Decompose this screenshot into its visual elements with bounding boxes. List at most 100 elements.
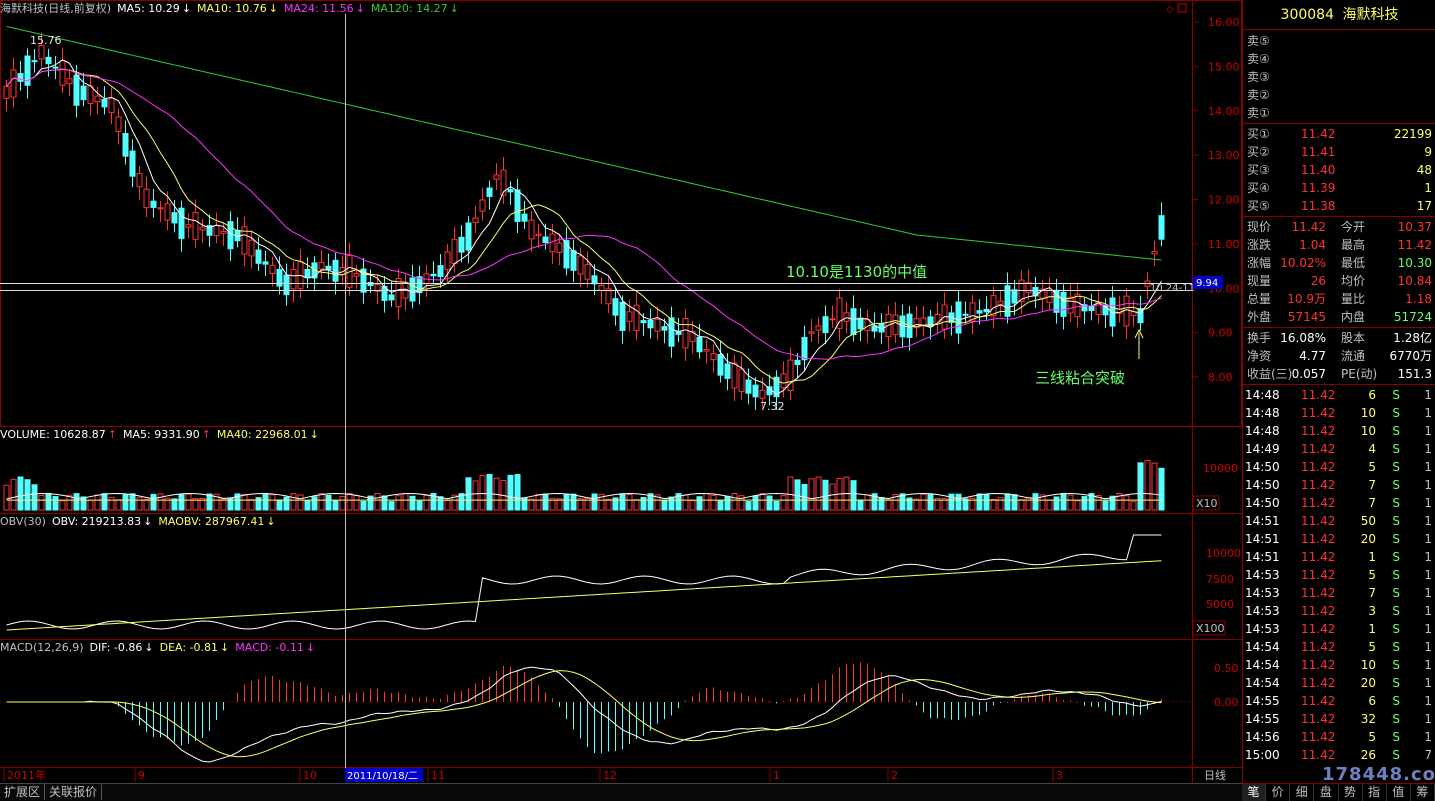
candle-body: [556, 242, 563, 253]
volume-bar: [563, 493, 570, 511]
candle-body: [213, 225, 220, 237]
tick-side: S: [1392, 640, 1400, 654]
candle-body: [1123, 295, 1130, 327]
buy-level-row: 买④ 11.39 1: [1243, 179, 1435, 197]
tick-row: 14:48 11.42 10 S 1: [1243, 404, 1435, 422]
tick-count: 1: [1424, 460, 1432, 474]
tick-count: 1: [1424, 406, 1432, 420]
tick-row: 14:51 11.42 20 S 1: [1243, 530, 1435, 548]
cursor-date: 2011/10/18/二: [347, 771, 418, 782]
panel-tab-6[interactable]: 值: [1387, 784, 1411, 801]
tab-extension-area[interactable]: 扩展区: [0, 784, 46, 800]
kline-chart-area[interactable]: 16.00 15.00 14.00 13.00 12.00 11.00 1 0.00 9.00 8…: [0, 0, 1242, 783]
tick-side: S: [1392, 478, 1400, 492]
stat-row: 现量 26 均价 10.84: [1243, 272, 1435, 290]
tick-price: 11.42: [1301, 586, 1336, 600]
dea-line: [6, 670, 1162, 758]
volume-pane-header: VOLUME: 10628.87 ↑ MA5: 9331.90 ↑ MA40: 2296…: [0, 428, 319, 441]
candle-body: [542, 236, 549, 244]
volume-bar: [1032, 493, 1039, 511]
tick-side: S: [1392, 586, 1400, 600]
tab-related-quotes[interactable]: 关联报价: [45, 784, 103, 800]
stat-row: 总量 10.9万 量比 1.18: [1243, 290, 1435, 308]
panel-tab-2[interactable]: 细: [1290, 784, 1315, 801]
price-axis-label: 16.00: [1208, 16, 1240, 29]
tick-time: 14:49: [1245, 442, 1280, 456]
tick-volume: 7: [1368, 496, 1376, 510]
volume-bar: [136, 497, 143, 511]
volume-bar: [633, 499, 640, 511]
tick-price: 11.42: [1301, 388, 1336, 402]
candle-body: [997, 300, 1004, 305]
annotation-lines-label: 10.24-11: [1150, 283, 1195, 294]
candle-body: [1109, 297, 1116, 327]
square-icon[interactable]: [1177, 3, 1187, 13]
annotation-low: 7.32: [760, 400, 785, 413]
volume-bar: [1046, 499, 1053, 511]
ma5-label: MA5: 10.29: [117, 2, 180, 15]
price-axis-label: 11.00: [1208, 238, 1240, 251]
volume-bar: [864, 494, 871, 511]
panel-tab-7[interactable]: 筹: [1411, 784, 1435, 801]
candle-body: [73, 74, 80, 106]
tick-row: 14:51 11.42 50 S 1: [1243, 512, 1435, 530]
tick-time: 14:50: [1245, 478, 1280, 492]
volume-bar: [143, 498, 150, 511]
candle-body: [353, 272, 360, 277]
tick-volume: 3: [1368, 604, 1376, 618]
candle-body: [465, 222, 472, 251]
period-label[interactable]: 日线: [1204, 768, 1226, 782]
volume-bars: [3, 460, 1165, 511]
volume-bar: [682, 494, 689, 511]
candle-body: [1025, 282, 1032, 294]
tick-price: 11.42: [1301, 694, 1336, 708]
sell-level-label: 卖①: [1247, 106, 1270, 120]
obv-axis-label: 7500: [1206, 573, 1234, 586]
panel-tab-1[interactable]: 价: [1266, 784, 1291, 801]
volume-bar: [122, 494, 129, 511]
volume-bar: [927, 493, 934, 511]
tick-row: 14:48 11.42 6 S 1: [1243, 386, 1435, 404]
panel-tab-4[interactable]: 势: [1339, 784, 1363, 801]
tick-volume: 10: [1360, 406, 1376, 420]
diamond-icon[interactable]: ◇: [1166, 4, 1174, 15]
candle-body: [122, 133, 129, 157]
candle-body: [192, 211, 199, 240]
panel-tab-3[interactable]: 盘: [1314, 784, 1339, 801]
panel-divider: [1243, 384, 1435, 385]
tick-time: 14:51: [1245, 514, 1280, 528]
volume-bar: [255, 497, 262, 511]
obv-axis-label: 5000: [1206, 598, 1234, 611]
annotation-breakout: 三线粘合突破: [1035, 369, 1125, 387]
volume-bar: [955, 493, 962, 511]
volume-bar: [241, 493, 248, 511]
annotation-midpoint: 10.10是1130的中值: [786, 263, 927, 281]
fund-label: PE(动): [1341, 367, 1378, 381]
tick-price: 11.42: [1301, 712, 1336, 726]
macd-histogram: [6, 662, 1162, 763]
volume-bar: [626, 494, 633, 511]
fund-label: 流通: [1341, 349, 1366, 363]
stat-label: 内盘: [1341, 310, 1366, 324]
panel-tab-5[interactable]: 指: [1363, 784, 1387, 801]
x-axis-label: 12: [603, 769, 617, 782]
tick-count: 7: [1424, 748, 1432, 762]
volume-bar: [1004, 493, 1011, 511]
volume-bar: [976, 493, 983, 511]
volume-bar: [311, 496, 318, 511]
volume-bar: [542, 493, 549, 511]
volume-bar: [591, 493, 598, 511]
sell-level-row: 卖③: [1243, 68, 1435, 86]
candle-body: [52, 66, 59, 69]
tick-time: 14:53: [1245, 568, 1280, 582]
candle-body: [479, 199, 486, 212]
fund-label: 股本: [1341, 331, 1366, 345]
tick-row: 14:51 11.42 1 S 1: [1243, 548, 1435, 566]
tick-side: S: [1392, 388, 1400, 402]
candle-body: [66, 78, 73, 85]
tick-volume: 5: [1368, 640, 1376, 654]
panel-tab-0[interactable]: 笔: [1242, 784, 1267, 801]
tick-time: 14:48: [1245, 388, 1280, 402]
macd-pane-header: MACD(12,26,9) DIF: -0.86 ↓ DEA: -0.81 ↓ MACD:…: [0, 641, 316, 654]
candle-body: [150, 200, 157, 208]
